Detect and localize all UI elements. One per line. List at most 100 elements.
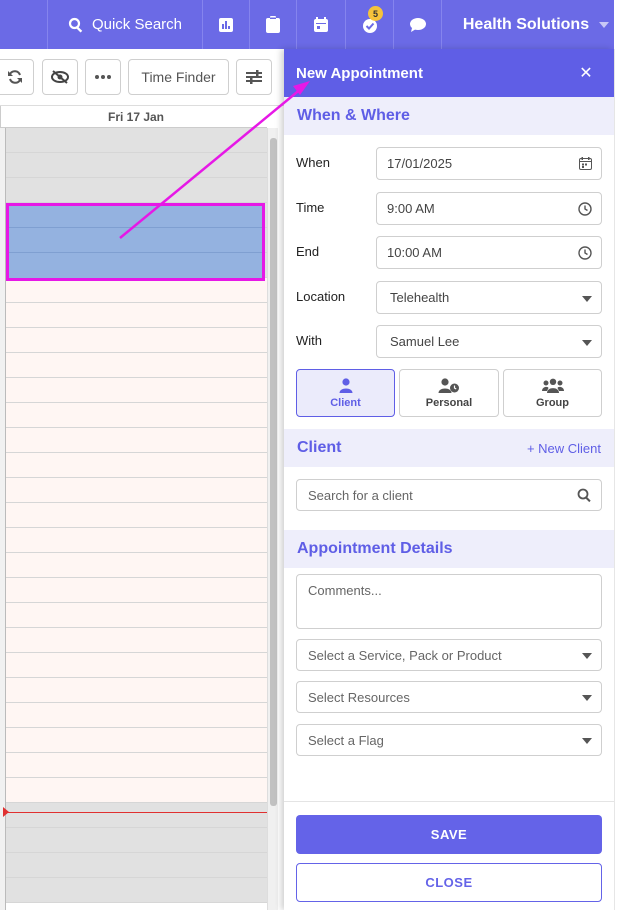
time-slot[interactable] (0, 578, 267, 603)
time-slot[interactable] (0, 678, 267, 703)
time-slot[interactable] (0, 653, 267, 678)
new-client-link[interactable]: + New Client (527, 441, 601, 456)
time-slot[interactable] (0, 553, 267, 578)
practitioner-select[interactable]: Samuel Lee (376, 325, 602, 358)
time-slot[interactable] (0, 303, 267, 328)
location-select[interactable]: Telehealth (376, 281, 602, 314)
type-group-button[interactable]: Group (503, 369, 602, 417)
type-group-label: Group (536, 396, 569, 409)
save-button[interactable]: SAVE (296, 815, 602, 854)
panel-footer: SAVE CLOSE (284, 801, 614, 910)
search-icon (577, 488, 591, 503)
user-icon (339, 377, 352, 393)
time-slot[interactable] (0, 753, 267, 778)
type-client-label: Client (330, 396, 361, 409)
time-slot[interactable] (0, 403, 267, 428)
more-button[interactable] (85, 59, 121, 95)
flag-placeholder: Select a Flag (308, 732, 384, 748)
clipboard-icon (266, 16, 280, 33)
close-icon[interactable]: ✕ (576, 63, 596, 83)
comments-textarea[interactable]: Comments... (296, 574, 602, 629)
hide-button[interactable] (42, 59, 78, 95)
date-field[interactable]: 17/01/2025 (376, 147, 602, 180)
time-slot[interactable] (0, 128, 267, 153)
clock-icon (578, 246, 592, 260)
notification-badge: 5 (368, 6, 383, 21)
end-time-field[interactable]: 10:00 AM (376, 236, 602, 269)
time-slot[interactable] (0, 153, 267, 178)
start-time-field[interactable]: 9:00 AM (376, 192, 602, 225)
chat-button[interactable] (393, 0, 441, 49)
time-slot[interactable] (0, 428, 267, 453)
time-slot[interactable] (0, 503, 267, 528)
window-edge (614, 49, 624, 910)
calendar-icon (579, 157, 592, 170)
service-select[interactable]: Select a Service, Pack or Product (296, 639, 602, 671)
annotation-highlight-box (6, 203, 265, 281)
time-slot[interactable] (0, 353, 267, 378)
time-label: Time (296, 200, 325, 215)
calendar-icon (314, 16, 328, 32)
time-slot[interactable] (0, 178, 267, 203)
clipboard-button[interactable] (249, 0, 296, 49)
flag-select[interactable]: Select a Flag (296, 724, 602, 756)
chat-icon (409, 17, 426, 32)
chevron-down-icon (599, 21, 610, 28)
end-label: End (296, 244, 320, 259)
quick-search-label: Quick Search (91, 16, 183, 33)
refresh-icon (8, 70, 22, 84)
type-client-button[interactable]: Client (296, 369, 395, 417)
comments-placeholder: Comments... (308, 583, 382, 598)
organization-name: Health Solutions (462, 15, 590, 33)
client-search-input[interactable]: Search for a client (296, 479, 602, 511)
users-icon (541, 378, 564, 393)
settings-icon (246, 70, 262, 84)
time-slot[interactable] (0, 453, 267, 478)
settings-button[interactable] (236, 59, 272, 95)
type-personal-label: Personal (425, 396, 473, 409)
close-button[interactable]: CLOSE (296, 863, 602, 902)
more-icon (95, 75, 111, 79)
end-time-value: 10:00 AM (387, 245, 442, 260)
calendar-button[interactable] (296, 0, 345, 49)
time-slot[interactable] (0, 853, 267, 878)
time-slot[interactable] (0, 628, 267, 653)
chevron-down-icon (582, 695, 592, 701)
section-header-details: Appointment Details (284, 530, 614, 568)
time-finder-button[interactable]: Time Finder (128, 59, 229, 95)
resources-select[interactable]: Select Resources (296, 681, 602, 713)
tasks-button[interactable]: 5 (345, 0, 393, 49)
reports-button[interactable] (202, 0, 249, 49)
calendar-scrollbar[interactable] (267, 128, 278, 910)
time-slot[interactable] (0, 778, 267, 803)
time-slot[interactable] (0, 378, 267, 403)
time-slot[interactable] (0, 703, 267, 728)
top-bar: Quick Search 5 Health Solutions (0, 0, 624, 49)
refresh-button[interactable] (0, 59, 34, 95)
user-clock-icon (438, 377, 459, 393)
time-slot[interactable] (0, 728, 267, 753)
report-icon (219, 17, 233, 32)
time-slot[interactable] (0, 278, 267, 303)
new-appointment-panel: New Appointment ✕ When & Where When 17/0… (284, 49, 614, 910)
chevron-down-icon (582, 653, 592, 659)
time-slot[interactable] (0, 828, 267, 853)
day-header: Fri 17 Jan (0, 106, 267, 128)
time-slot[interactable] (0, 328, 267, 353)
time-slot[interactable] (0, 528, 267, 553)
start-time-value: 9:00 AM (387, 201, 435, 216)
quick-search-button[interactable]: Quick Search (47, 0, 202, 49)
section-heading: Client (297, 439, 342, 456)
type-personal-button[interactable]: Personal (399, 369, 499, 417)
scrollbar-thumb[interactable] (270, 138, 277, 806)
search-icon (68, 17, 83, 33)
time-slot[interactable] (0, 803, 267, 828)
time-slot[interactable] (0, 478, 267, 503)
organization-menu[interactable]: Health Solutions (441, 0, 614, 49)
section-header-when-where: When & Where (284, 97, 614, 135)
window-edge (614, 0, 624, 49)
time-slot[interactable] (0, 878, 267, 903)
time-slot[interactable] (0, 603, 267, 628)
with-label: With (296, 333, 322, 348)
client-search-placeholder: Search for a client (308, 487, 413, 503)
